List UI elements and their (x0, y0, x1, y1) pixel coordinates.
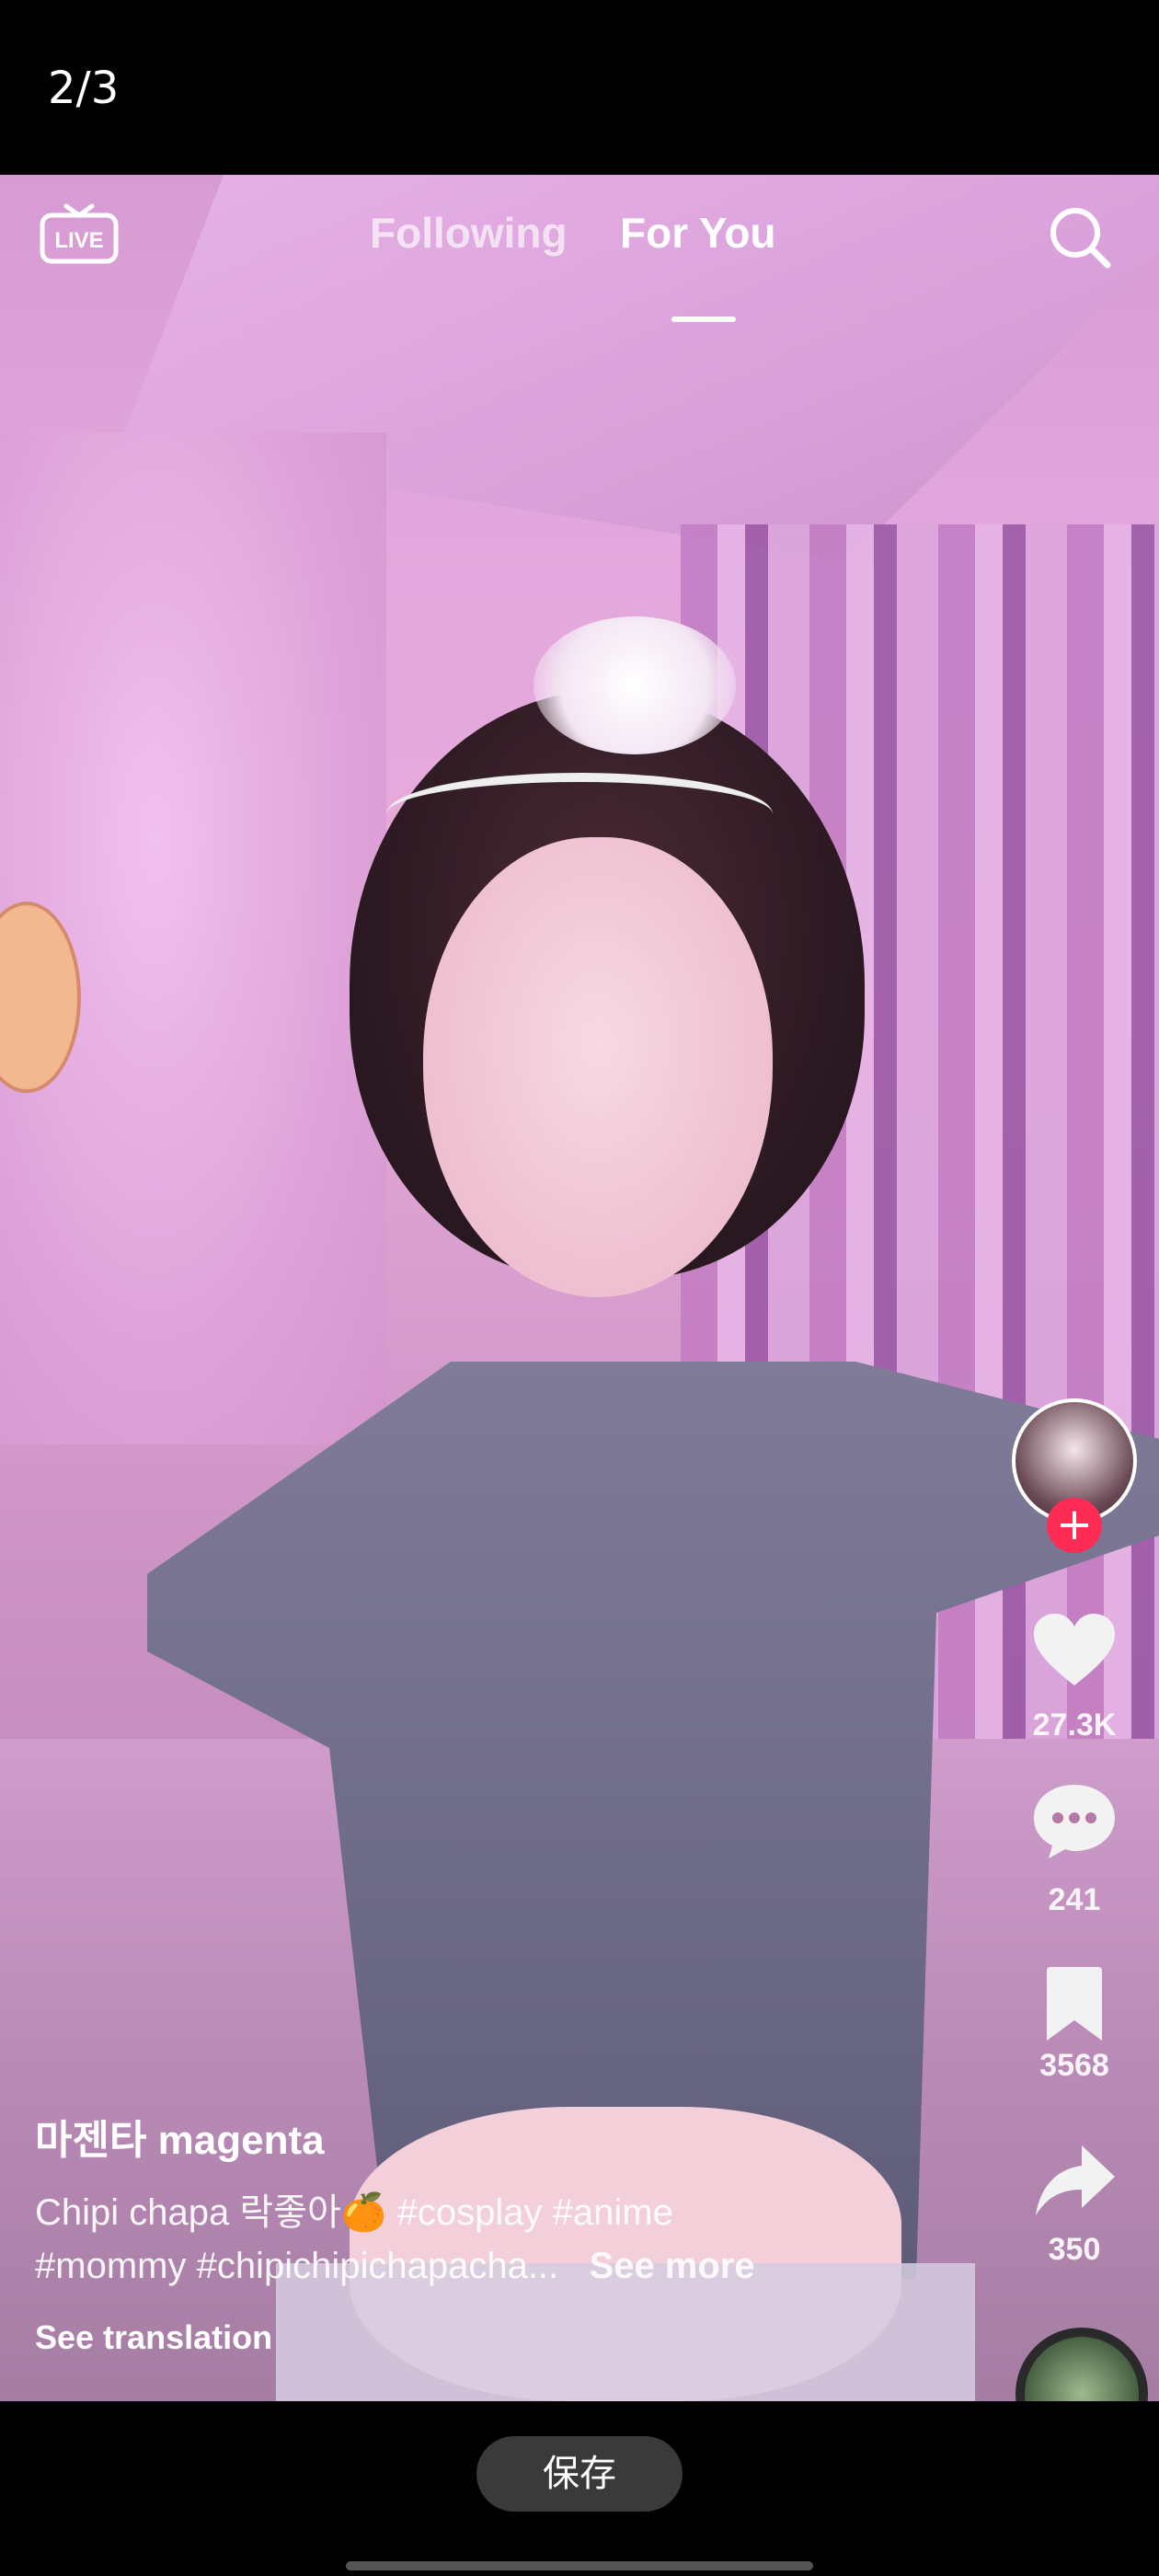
caption-line-1: Chipi chapa 락좋아🍊 #cosplay #anime (35, 2192, 673, 2233)
share-arrow-icon[interactable] (1030, 2140, 1119, 2223)
creator-username[interactable]: 마젠타 magenta (35, 2107, 325, 2166)
video-screenshot: LIVE Following For You + 27.3K 241 3568 … (0, 175, 1159, 2401)
active-tab-indicator (671, 316, 736, 322)
heart-icon[interactable] (1030, 1610, 1119, 1693)
viewer-top-bar: 2/3 (0, 0, 1159, 175)
comment-count: 241 (1048, 1882, 1101, 1917)
tab-for-you[interactable]: For You (620, 208, 776, 258)
caption-line-2: #mommy #chipichipichapacha... See more (35, 2239, 936, 2293)
save-button[interactable]: 保存 (476, 2436, 683, 2512)
search-icon[interactable] (1045, 202, 1115, 272)
figure-headband (386, 773, 773, 856)
bookmark-icon[interactable] (1030, 1963, 1119, 2046)
like-count: 27.3K (1032, 1708, 1117, 1742)
see-more-link[interactable]: See more (590, 2246, 755, 2286)
see-translation-link[interactable]: See translation (35, 2318, 272, 2357)
comment-icon[interactable] (1030, 1779, 1119, 1862)
home-indicator (346, 2561, 813, 2570)
feed-tabs: Following For You (0, 208, 1159, 322)
tab-following[interactable]: Following (370, 208, 568, 258)
bookmark-count: 3568 (1039, 2048, 1109, 2083)
figure-face (423, 837, 773, 1297)
video-caption: Chipi chapa 락좋아🍊 #cosplay #anime #mommy … (35, 2186, 936, 2293)
figure-fluff (534, 616, 736, 754)
caption-hashtags: #mommy #chipichipichapacha... (35, 2246, 559, 2286)
page-indicator: 2/3 (48, 63, 120, 114)
share-count: 350 (1048, 2232, 1101, 2267)
follow-plus-icon[interactable]: + (1047, 1498, 1102, 1553)
